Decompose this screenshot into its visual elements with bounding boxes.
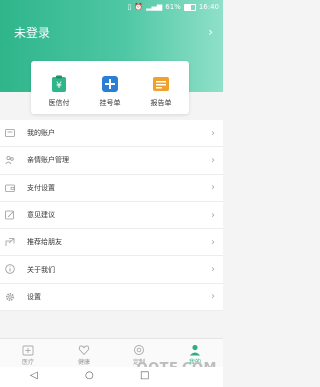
gear-icon	[5, 292, 15, 301]
tab-label: 医疗	[21, 359, 34, 366]
chevron-right-icon: ›	[211, 291, 215, 303]
system-nav-bar: ◁ ○ □	[0, 367, 223, 387]
edit-icon	[5, 210, 14, 220]
menu-item-feedback[interactable]: 意见建议 ›	[0, 202, 223, 230]
quick-action-label: 挂号单	[99, 99, 121, 107]
recents-icon[interactable]: □	[140, 370, 149, 381]
share-icon	[5, 238, 15, 247]
quick-action-pay[interactable]: ¥ 医信付	[33, 61, 85, 114]
menu-item-label: 亲情账户管理	[27, 156, 69, 165]
menu-item-label: 意见建议	[27, 211, 55, 220]
heart-icon	[78, 345, 90, 356]
wallet-icon	[5, 184, 15, 192]
medical-icon	[22, 345, 34, 356]
signal-icon: ▂▄▆	[146, 3, 163, 11]
chevron-right-icon[interactable]: ›	[208, 25, 213, 39]
chevron-right-icon: ›	[211, 182, 215, 194]
id-card-icon	[5, 129, 15, 137]
menu-item-label: 支付设置	[27, 183, 55, 192]
tab-label: 健康	[77, 359, 90, 366]
quick-action-report[interactable]: 报告单	[135, 61, 187, 114]
menu-item-settings[interactable]: 设置 ›	[0, 284, 223, 312]
quick-action-registration[interactable]: 挂号单	[84, 61, 136, 114]
target-icon	[134, 345, 144, 355]
vibrate-icon: ▯	[127, 3, 132, 11]
menu-item-label: 推荐给朋友	[27, 238, 62, 247]
settings-menu: 我的账户 › 亲情账户管理 › 支付设置 › 意见建议 › 推荐给朋友 › 关于…	[0, 120, 223, 312]
chevron-right-icon: ›	[211, 209, 215, 221]
menu-item-payment-settings[interactable]: 支付设置 ›	[0, 175, 223, 202]
status-bar: ▯ ⏰ ▂▄▆ 61% 16:40	[0, 0, 223, 14]
home-icon[interactable]: ○	[85, 370, 94, 381]
quick-action-label: 医信付	[48, 99, 70, 107]
tab-health[interactable]: 健康	[56, 339, 112, 367]
info-icon	[5, 264, 15, 275]
user-icon	[189, 344, 201, 356]
menu-item-label: 关于我们	[27, 265, 55, 274]
back-icon[interactable]: ◁	[30, 370, 38, 381]
chevron-right-icon: ›	[211, 236, 215, 248]
clock: 16:40	[198, 3, 219, 11]
menu-item-label: 设置	[27, 292, 41, 301]
clipboard-pay-icon: ¥	[52, 75, 66, 92]
report-icon	[153, 77, 169, 91]
family-icon	[5, 156, 14, 165]
svg-text:¥: ¥	[56, 81, 62, 91]
alarm-icon: ⏰	[134, 3, 144, 11]
chevron-right-icon: ›	[211, 154, 215, 166]
chevron-right-icon: ›	[211, 264, 215, 276]
battery-level: 61%	[165, 3, 181, 11]
menu-item-recommend[interactable]: 推荐给朋友 ›	[0, 229, 223, 257]
battery-icon	[183, 3, 196, 11]
menu-item-family-accounts[interactable]: 亲情账户管理 ›	[0, 147, 223, 175]
menu-item-about[interactable]: 关于我们 ›	[0, 256, 223, 284]
quick-actions-card: ¥ 医信付 挂号单 报告单	[31, 61, 189, 114]
menu-item-my-account[interactable]: 我的账户 ›	[0, 120, 223, 148]
chevron-right-icon: ›	[211, 127, 215, 139]
tab-medical[interactable]: 医疗	[0, 339, 56, 367]
login-prompt[interactable]: 未登录	[14, 24, 50, 41]
quick-action-label: 报告单	[150, 99, 172, 107]
menu-item-label: 我的账户	[27, 129, 55, 138]
plus-icon	[102, 76, 118, 92]
